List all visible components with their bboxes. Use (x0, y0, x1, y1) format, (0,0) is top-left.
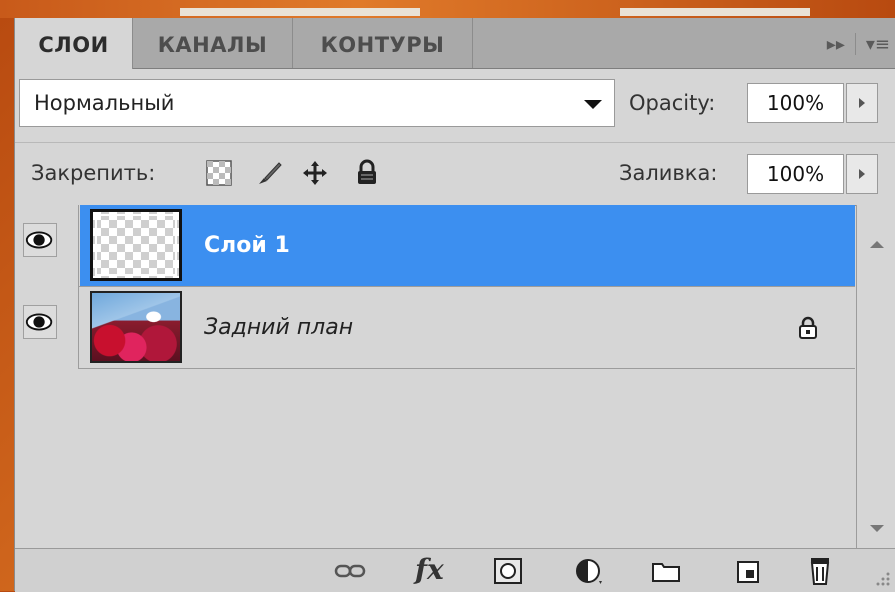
lock-all-icon[interactable] (353, 159, 381, 187)
tab-paths[interactable]: КОНТУРЫ (293, 18, 473, 68)
fill-input[interactable]: 100% (747, 154, 844, 194)
layer-row[interactable]: Слой 1 (15, 205, 855, 287)
layer-name[interactable]: Задний план (204, 287, 353, 368)
layer-thumbnail (90, 291, 182, 363)
new-group-icon[interactable] (649, 555, 683, 587)
scroll-down-arrow-icon[interactable] (870, 525, 884, 532)
layers-panel: СЛОИ КАНАЛЫ КОНТУРЫ ▸▸ ▾≡ Нормальный Opa… (14, 18, 895, 592)
dropdown-arrow-icon (584, 100, 602, 109)
layers-bottom-toolbar: fx (15, 548, 895, 592)
layers-scrollbar[interactable] (856, 205, 895, 548)
lock-image-pixels-icon[interactable] (255, 159, 283, 187)
tab-channels[interactable]: КАНАЛЫ (133, 18, 293, 68)
visibility-cell (15, 205, 79, 287)
panel-tabs: СЛОИ КАНАЛЫ КОНТУРЫ ▸▸ ▾≡ (15, 18, 895, 69)
layer-content: Задний план (80, 287, 855, 368)
lock-position-move-icon[interactable] (301, 159, 329, 187)
opacity-slider-button[interactable] (846, 83, 878, 123)
fill-label: Заливка: (619, 161, 718, 185)
opacity-input[interactable]: 100% (747, 83, 844, 123)
trash-icon[interactable] (803, 555, 837, 587)
layer-row[interactable]: Задний план (15, 287, 855, 369)
layer-content: Слой 1 (80, 205, 855, 286)
opacity-label: Opacity: (629, 91, 716, 115)
adjustment-layer-icon[interactable] (573, 555, 607, 587)
layer-thumbnail (90, 209, 182, 281)
visibility-cell (15, 287, 79, 369)
window-edge (180, 8, 420, 16)
divider (854, 33, 856, 55)
link-layers-icon[interactable] (333, 555, 367, 587)
lock-label: Закрепить: (31, 161, 156, 185)
add-mask-icon[interactable] (491, 555, 525, 587)
visibility-toggle[interactable] (23, 223, 57, 257)
fx-icon[interactable]: fx (415, 553, 444, 586)
resize-grip-icon[interactable] (873, 569, 891, 587)
eye-icon (25, 231, 53, 249)
window-edge (620, 8, 810, 16)
layers-list: Слой 1 Задний план (15, 205, 855, 548)
visibility-toggle[interactable] (23, 305, 57, 339)
desktop-background (0, 0, 895, 18)
new-layer-icon[interactable] (731, 555, 765, 587)
fill-slider-button[interactable] (846, 154, 878, 194)
blend-row: Нормальный Opacity: 100% (15, 69, 895, 141)
tab-layers[interactable]: СЛОИ (15, 18, 133, 69)
layer-lock-icon (799, 316, 817, 339)
collapse-panel-icon[interactable]: ▸▸ (827, 34, 845, 55)
scroll-up-arrow-icon[interactable] (870, 241, 884, 248)
layer-name[interactable]: Слой 1 (204, 205, 290, 286)
lock-transparent-pixels-icon[interactable] (205, 159, 233, 187)
eye-icon (25, 313, 53, 331)
blend-mode-value: Нормальный (34, 91, 175, 115)
blend-mode-select[interactable]: Нормальный (19, 79, 615, 127)
panel-tools: ▸▸ ▾≡ (827, 30, 890, 58)
panel-menu-icon[interactable]: ▾≡ (866, 34, 890, 55)
lock-row: Закрепить: Заливка: 100% (15, 142, 895, 206)
